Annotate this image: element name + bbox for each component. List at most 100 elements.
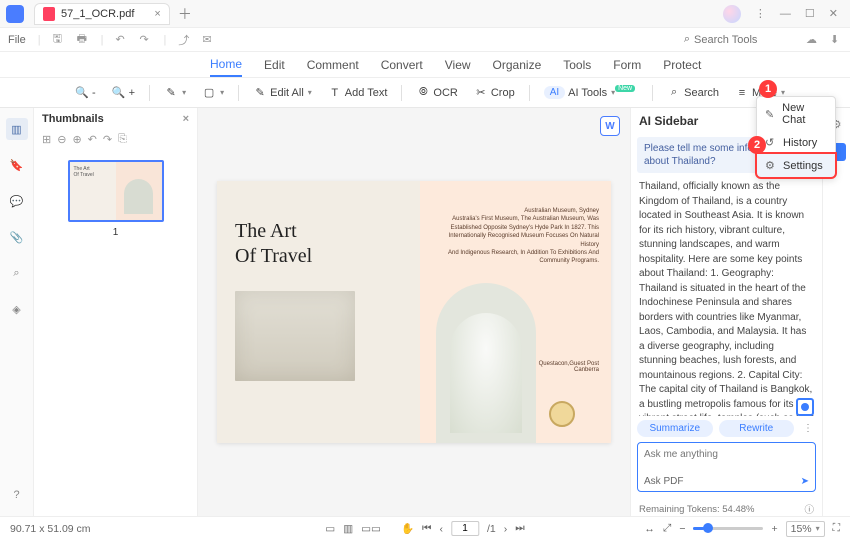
page-dimensions: 90.71 x 51.09 cm [10,523,91,535]
undo-icon[interactable]: ↶ [115,33,127,46]
thumb-zoomout-icon[interactable]: ⊖ [57,133,66,146]
dropdown-new-chat[interactable]: ✎New Chat [757,97,835,131]
ai-tools-button[interactable]: AIAI Tools▾New [539,83,643,102]
tab-label: 57_1_OCR.pdf [61,8,134,20]
ocr-button[interactable]: ⦾OCR [411,83,462,103]
ai-text-input[interactable] [644,449,809,460]
redo-icon[interactable]: ↷ [139,33,151,46]
minimize-icon[interactable]: — [780,8,791,20]
filebar: File | 🖫 🖶 | ↶ ↷ | ⤴ ✉ ⌕ ☁ ⬇ [0,28,850,52]
thumb-insert-icon[interactable]: ⎘ [118,133,127,146]
thumb-grid-icon[interactable]: ⊞ [42,133,51,146]
document-image-left [235,291,355,381]
tab-protect[interactable]: Protect [663,58,701,72]
tool-search[interactable]: ⌕ [684,33,784,46]
zoom-plus-icon[interactable]: + [771,523,777,535]
view-continuous-icon[interactable]: ▥ [343,523,353,535]
thumbnails-tools: ⊞ ⊖ ⊕ ↶ ↷ ⎘ [34,130,197,152]
document-tab[interactable]: 57_1_OCR.pdf × [34,3,170,25]
thumb-zoomin-icon[interactable]: ⊕ [72,133,81,146]
word-export-icon[interactable]: W [600,116,620,136]
view-two-icon[interactable]: ▭▭ [361,523,381,535]
next-page-icon[interactable]: › [504,523,508,535]
tab-home[interactable]: Home [210,57,242,77]
rail-help-icon[interactable]: ? [6,484,28,506]
tab-convert[interactable]: Convert [381,58,423,72]
tokens-label: Remaining Tokens: [639,504,720,515]
left-rail: ▥ 🔖 💬 📎 ⌕ ◈ ? [0,108,34,516]
close-tab-icon[interactable]: × [154,8,160,20]
close-window-icon[interactable]: ✕ [829,7,838,20]
document-canvas[interactable]: W The Art Of Travel Australian Museum, S… [198,108,630,516]
tab-edit[interactable]: Edit [264,58,285,72]
rail-thumbnails-icon[interactable]: ▥ [6,118,28,140]
mail-icon[interactable]: ✉ [202,33,214,46]
zoom-out-button[interactable]: 🔍- [70,83,101,103]
main-area: ▥ 🔖 💬 📎 ⌕ ◈ ? Thumbnails × ⊞ ⊖ ⊕ ↶ ↷ ⎘ T… [0,108,850,516]
last-page-icon[interactable]: ⏭ [515,522,524,535]
cloud-icon[interactable]: ☁ [806,33,818,46]
hand-tool-icon[interactable]: ✋ [401,522,414,535]
rail-comment-icon[interactable]: 💬 [6,190,28,212]
zoom-value-box[interactable]: 15%▾ [786,521,825,537]
tab-tools[interactable]: Tools [563,58,591,72]
zoom-minus-icon[interactable]: − [679,523,685,535]
print-icon[interactable]: 🖶 [77,30,89,49]
page-number-input[interactable] [451,521,479,536]
new-tab-button[interactable]: ＋ [178,4,192,24]
fit-width-icon[interactable]: ↔ [644,523,655,535]
callout-2: 2 [748,136,766,154]
ai-input-box[interactable]: Ask PDF ➤ [637,442,816,492]
search-button[interactable]: ⌕Search [662,83,724,103]
prev-page-icon[interactable]: ‹ [440,523,444,535]
ask-pdf-toggle[interactable]: Ask PDF [644,476,683,487]
history-icon: ↺ [765,136,777,149]
zoom-in-button[interactable]: 🔍+ [107,83,140,103]
tool-search-input[interactable] [694,34,784,46]
rail-attachment-icon[interactable]: 📎 [6,226,28,248]
dropdown-settings[interactable]: ⚙Settings [757,154,835,177]
zoom-slider[interactable] [693,527,763,530]
app-icon [6,5,24,23]
dropdown-history[interactable]: ↺History [757,131,835,154]
document-heading: The Art Of Travel [235,219,402,269]
rail-bookmark-icon[interactable]: 🔖 [6,154,28,176]
first-page-icon[interactable]: ⏮ [422,522,431,535]
ai-sidebar-title: AI Sidebar [639,114,698,128]
edit-all-button[interactable]: ✎Edit All▾ [248,83,317,103]
rail-search-icon[interactable]: ⌕ [6,262,28,284]
maximize-icon[interactable]: ☐ [805,7,815,20]
thumbnails-close-icon[interactable]: × [183,113,189,125]
page-thumbnail[interactable]: The ArtOf Travel [68,160,164,222]
document-clock-image [549,401,575,427]
titlebar: 57_1_OCR.pdf × ＋ ⋮ — ☐ ✕ [0,0,850,28]
document-plant-image [450,313,522,433]
ai-actions-more-icon[interactable]: ⋮ [800,420,816,437]
file-menu[interactable]: File [8,34,26,46]
send-icon[interactable]: ➤ [801,476,809,487]
kebab-icon[interactable]: ⋮ [755,7,766,20]
share-icon[interactable]: ⤴ [178,32,190,48]
shape-button[interactable]: ▢▾ [197,83,229,103]
save-icon[interactable]: 🖫 [53,30,65,49]
tab-organize[interactable]: Organize [493,58,542,72]
tokens-info-icon[interactable]: ⓘ [804,502,814,516]
view-single-icon[interactable]: ▭ [325,523,335,535]
rewrite-button[interactable]: Rewrite [719,420,795,437]
callout-1: 1 [759,80,777,98]
thumb-rotate-right-icon[interactable]: ↷ [103,133,112,146]
fullscreen-icon[interactable]: ⛶ [833,522,840,535]
account-orb-icon[interactable] [723,5,741,23]
download-icon[interactable]: ⬇ [830,33,842,46]
crop-button[interactable]: ✂Crop [469,83,520,103]
rail-layers-icon[interactable]: ◈ [6,298,28,320]
tab-form[interactable]: Form [613,58,641,72]
tab-view[interactable]: View [445,58,471,72]
highlighter-button[interactable]: ✎▾ [159,83,191,103]
fit-page-icon[interactable]: ⤢ [663,522,671,535]
add-text-button[interactable]: TAdd Text [323,83,393,103]
tab-comment[interactable]: Comment [307,58,359,72]
document-text-right: Australian Museum, Sydney Australia's Fi… [432,207,599,266]
summarize-button[interactable]: Summarize [637,420,713,437]
thumb-rotate-left-icon[interactable]: ↶ [88,133,97,146]
